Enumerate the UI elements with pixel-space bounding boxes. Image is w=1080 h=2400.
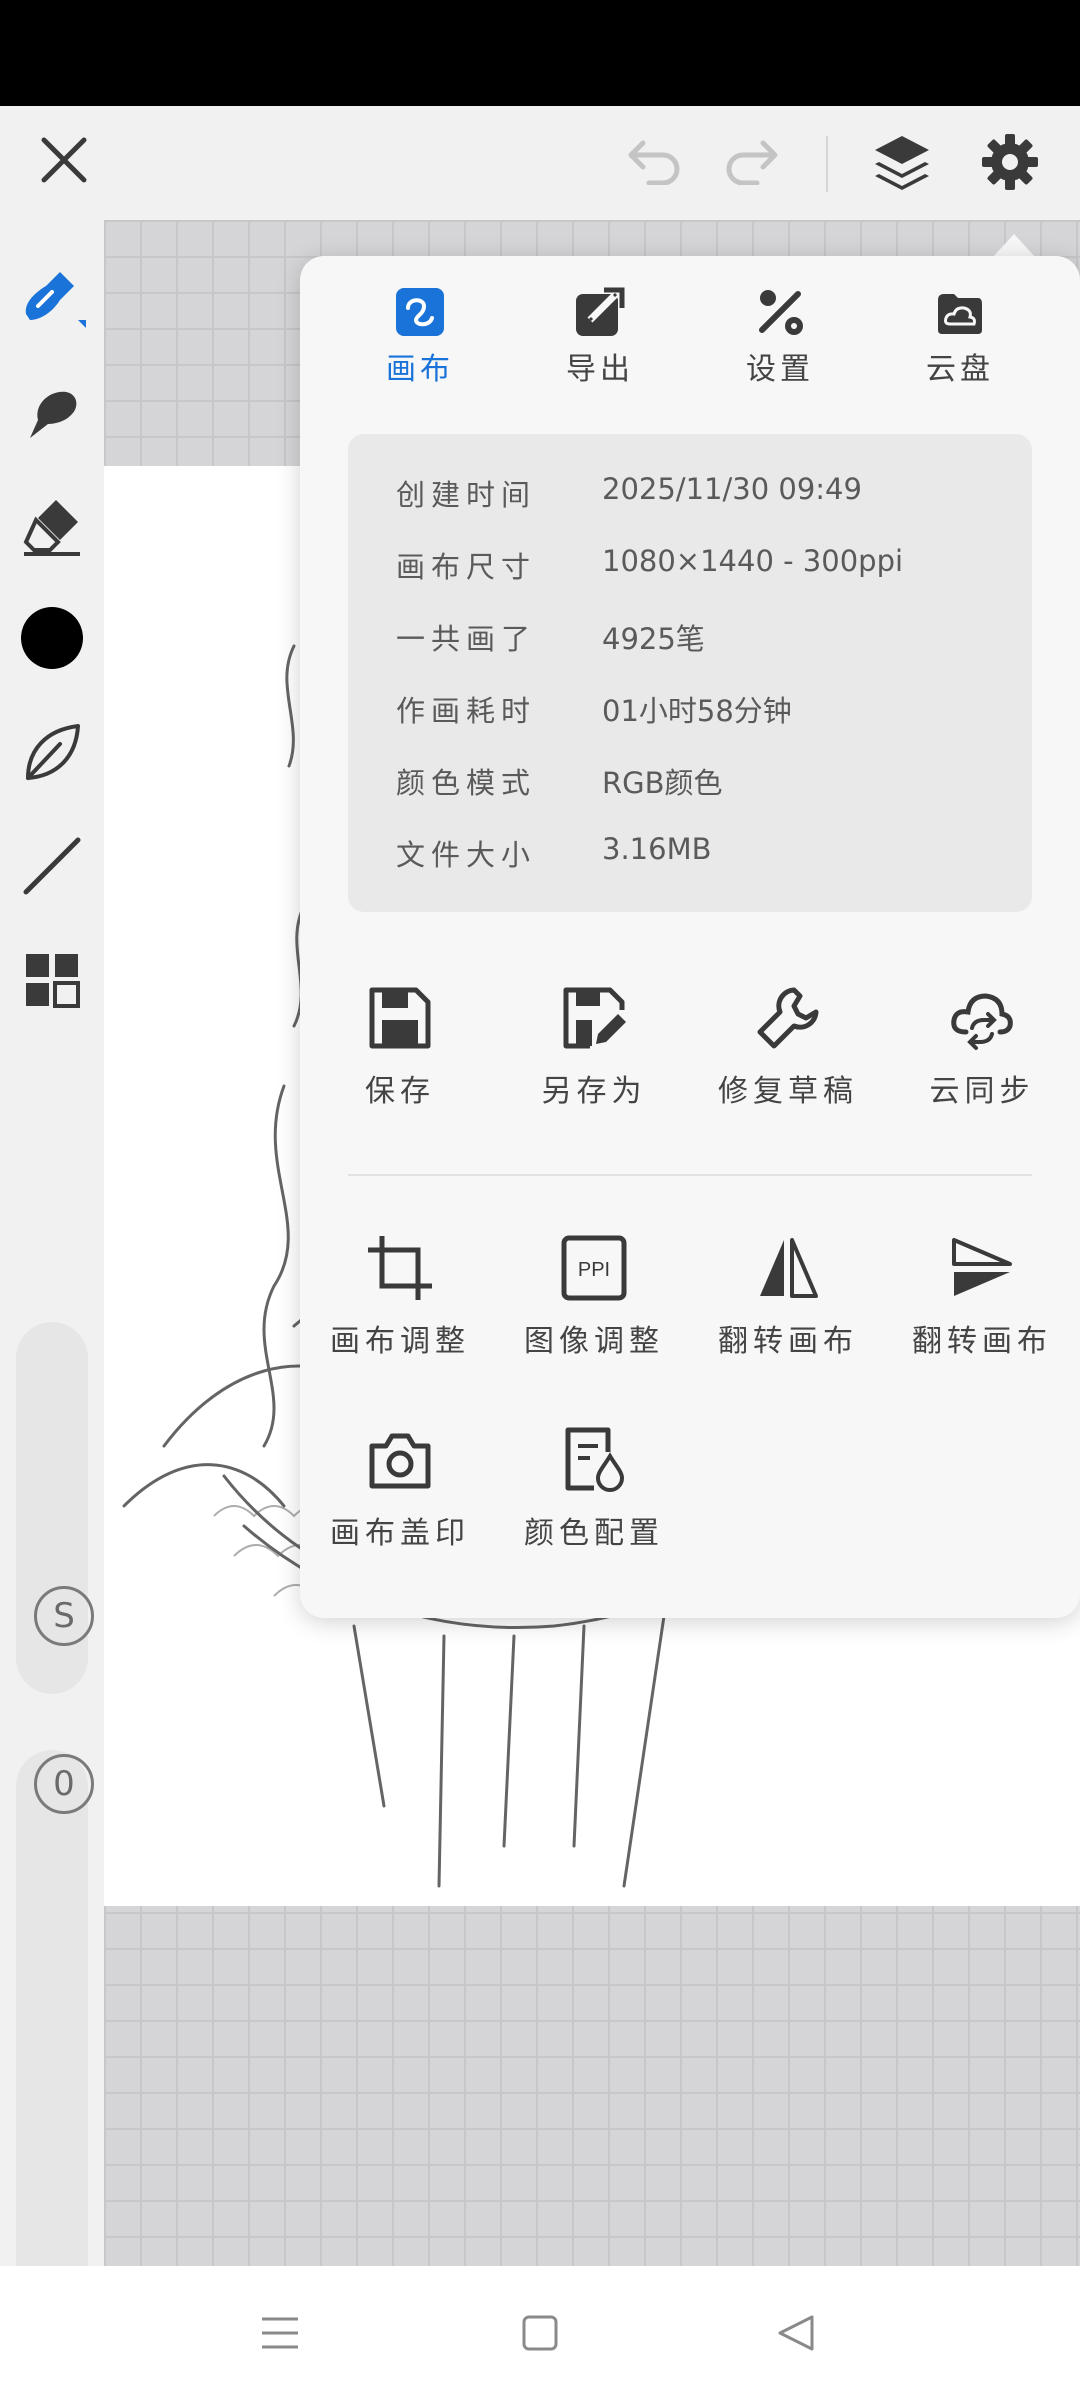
info-value: 4925笔 xyxy=(602,622,705,656)
repair-draft-button[interactable]: 修复草稿 xyxy=(688,984,888,1134)
action-label: 云同步 xyxy=(929,1074,1035,1109)
canvas-adjust-button[interactable]: 画布调整 xyxy=(300,1234,500,1384)
info-value: 01小时58分钟 xyxy=(602,694,792,728)
flip-canvas-horizontal-button[interactable]: 翻转画布 xyxy=(688,1234,888,1384)
save-icon xyxy=(369,987,431,1049)
color-picker[interactable] xyxy=(12,598,92,678)
flip-canvas-vertical-button[interactable]: 翻转画布 xyxy=(882,1234,1080,1384)
info-label: 创建时间 xyxy=(396,478,537,512)
action-label: 翻转画布 xyxy=(718,1324,858,1359)
save-as-button[interactable]: 另存为 xyxy=(494,984,694,1134)
brush-library-tool[interactable] xyxy=(12,712,92,792)
size-slider[interactable]: S xyxy=(16,1322,94,1694)
close-icon xyxy=(41,137,87,183)
opacity-slider[interactable]: 0 xyxy=(16,1750,94,2344)
info-label: 画布尺寸 xyxy=(396,550,537,584)
info-label: 作画耗时 xyxy=(396,694,537,728)
tab-label: 设置 xyxy=(746,352,814,387)
info-value: 3.16MB xyxy=(602,832,712,866)
top-bar xyxy=(0,106,1080,220)
eraser-tool[interactable] xyxy=(12,486,92,566)
cloud-drive-icon xyxy=(938,294,982,334)
ppi-icon: PPI xyxy=(561,1235,627,1301)
nav-home-button[interactable] xyxy=(500,2296,580,2370)
canvas-icon xyxy=(396,288,444,336)
tab-label: 导出 xyxy=(566,352,634,387)
save-as-icon xyxy=(563,987,626,1049)
canvas-menu-popup: 画布 导出 设置 云盘 创建时间 2025/11/30 09:49 画布尺寸 1… xyxy=(300,256,1080,1618)
action-label: 另存为 xyxy=(541,1074,647,1109)
cloud-sync-icon xyxy=(951,993,1013,1050)
info-value: RGB颜色 xyxy=(602,766,723,800)
color-config-icon xyxy=(565,1427,625,1492)
info-value: 2025/11/30 09:49 xyxy=(602,472,862,506)
action-label: 修复草稿 xyxy=(718,1074,858,1109)
canvas-info-panel: 创建时间 2025/11/30 09:49 画布尺寸 1080×1440 - 3… xyxy=(348,434,1032,912)
info-label: 颜色模式 xyxy=(396,766,537,800)
color-config-button[interactable]: 颜色配置 xyxy=(494,1426,694,1576)
popup-tabs: 画布 导出 设置 云盘 xyxy=(300,286,1080,387)
nav-back-button[interactable] xyxy=(756,2296,836,2370)
image-adjust-button[interactable]: PPI 图像调整 xyxy=(494,1234,694,1384)
color-swatch xyxy=(21,607,83,669)
eraser-icon xyxy=(23,500,80,556)
redo-icon xyxy=(726,140,778,185)
smudge-tool[interactable] xyxy=(12,372,92,452)
tab-canvas[interactable]: 画布 xyxy=(330,286,510,387)
size-slider-label: S xyxy=(34,1586,94,1646)
save-button[interactable]: 保存 xyxy=(300,984,500,1134)
left-toolbar: S 0 xyxy=(0,220,104,2344)
canvas-stamp-button[interactable]: 画布盖印 xyxy=(300,1426,500,1576)
undo-button[interactable] xyxy=(620,128,690,192)
redo-button[interactable] xyxy=(716,128,786,192)
info-value: 1080×1440 - 300ppi xyxy=(602,544,904,578)
tab-settings[interactable]: 设置 xyxy=(690,286,870,387)
action-label: 翻转画布 xyxy=(912,1324,1052,1359)
menu-icon xyxy=(262,2317,298,2349)
layers-icon xyxy=(875,136,929,190)
tab-cloud-drive[interactable]: 云盘 xyxy=(870,286,1050,387)
tab-label: 画布 xyxy=(386,352,454,387)
section-divider xyxy=(348,1174,1032,1176)
camera-icon xyxy=(369,1433,431,1489)
line-icon xyxy=(23,837,81,895)
cloud-sync-button[interactable]: 云同步 xyxy=(882,984,1080,1134)
system-navigation-bar xyxy=(0,2266,1080,2400)
tab-export[interactable]: 导出 xyxy=(510,286,690,387)
action-label: 保存 xyxy=(365,1074,435,1109)
toolbar-divider xyxy=(826,136,828,192)
layers-button[interactable] xyxy=(866,126,938,198)
undo-icon xyxy=(628,140,680,185)
export-icon xyxy=(576,287,625,336)
tab-label: 云盘 xyxy=(926,352,994,387)
leaf-brush-icon xyxy=(26,724,80,780)
gear-icon xyxy=(982,134,1038,190)
smudge-icon xyxy=(30,391,77,438)
opacity-slider-label: 0 xyxy=(34,1754,94,1814)
info-label: 一共画了 xyxy=(396,622,537,656)
flip-vertical-icon xyxy=(952,1238,1012,1296)
action-label: 图像调整 xyxy=(524,1324,664,1359)
close-button[interactable] xyxy=(30,126,98,194)
brush-tool[interactable] xyxy=(12,258,92,338)
status-bar xyxy=(0,0,1080,106)
home-icon xyxy=(522,2315,558,2351)
more-tools[interactable] xyxy=(12,940,92,1020)
line-tool[interactable] xyxy=(12,826,92,906)
settings-button[interactable] xyxy=(974,126,1046,198)
nav-menu-button[interactable] xyxy=(240,2296,320,2370)
info-label: 文件大小 xyxy=(396,838,537,872)
wrench-icon xyxy=(757,987,819,1049)
action-label: 画布盖印 xyxy=(330,1516,470,1551)
flip-horizontal-icon xyxy=(760,1238,818,1298)
ppi-icon-text: PPI xyxy=(578,1259,610,1281)
brush-icon xyxy=(25,272,86,328)
popup-arrow xyxy=(992,234,1036,258)
crop-icon xyxy=(368,1236,432,1300)
action-label: 画布调整 xyxy=(330,1324,470,1359)
grid-menu-icon xyxy=(26,954,80,1008)
action-label: 颜色配置 xyxy=(524,1516,664,1551)
tools-icon xyxy=(759,290,803,335)
back-icon xyxy=(778,2315,814,2351)
